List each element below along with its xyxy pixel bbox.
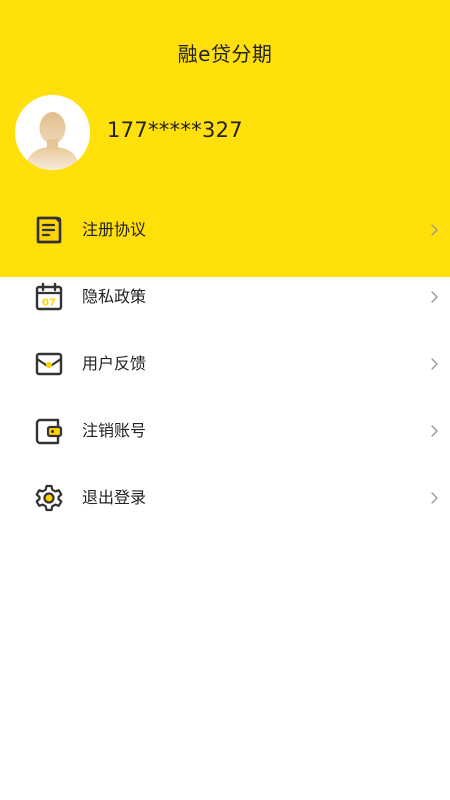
- menu-item-label: 注销账号: [82, 421, 147, 440]
- menu-item-logout[interactable]: 退出登录: [0, 470, 450, 526]
- avatar[interactable]: [15, 95, 90, 170]
- document-icon: [34, 215, 64, 245]
- envelope-icon: [34, 349, 64, 379]
- chevron-right-icon: [428, 223, 442, 237]
- phone-number: 177*****327: [107, 118, 243, 142]
- menu-item-label: 退出登录: [82, 488, 147, 507]
- user-avatar-icon: [15, 95, 90, 170]
- chevron-right-icon: [428, 357, 442, 371]
- menu-item-user-feedback[interactable]: 用户反馈: [0, 336, 450, 392]
- gear-icon: [34, 483, 64, 513]
- chevron-right-icon: [428, 424, 442, 438]
- menu-item-label: 隐私政策: [82, 287, 147, 306]
- calendar-icon: 07: [34, 282, 64, 312]
- chevron-right-icon: [428, 491, 442, 505]
- chevron-right-icon: [428, 290, 442, 304]
- calendar-icon-text: 07: [42, 298, 56, 309]
- page-title: 融e贷分期: [177, 42, 273, 66]
- menu-item-label: 注册协议: [82, 220, 147, 239]
- menu-item-privacy-policy[interactable]: 07 隐私政策: [0, 269, 450, 325]
- wallet-icon: [34, 416, 64, 446]
- menu-item-registration-agreement[interactable]: 注册协议: [0, 202, 450, 258]
- menu-item-label: 用户反馈: [82, 354, 147, 373]
- menu-item-cancel-account[interactable]: 注销账号: [0, 403, 450, 459]
